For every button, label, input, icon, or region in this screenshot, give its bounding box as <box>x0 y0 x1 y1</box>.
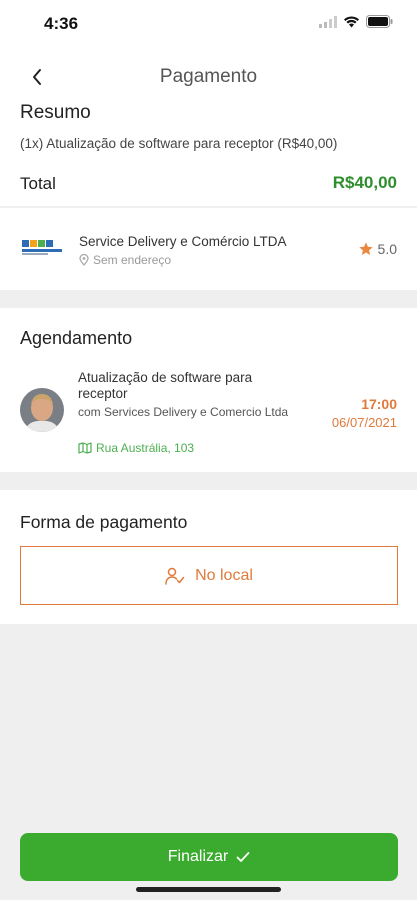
provider-address-text: Sem endereço <box>93 253 172 267</box>
signal-icon <box>319 15 337 33</box>
provider-logo <box>20 238 64 258</box>
payment-option-no-local[interactable]: No local <box>20 546 398 605</box>
total-label: Total <box>20 174 56 193</box>
star-icon <box>358 242 373 255</box>
schedule-title: Agendamento <box>20 328 133 348</box>
rating-value: 5.0 <box>377 241 397 257</box>
payment-option-label: No local <box>195 566 253 584</box>
home-indicator <box>136 887 281 892</box>
summary-item: (1x) Atualização de software para recept… <box>20 136 338 151</box>
finalize-button[interactable]: Finalizar <box>20 833 398 881</box>
finalize-label: Finalizar <box>167 848 229 865</box>
wifi-icon <box>343 15 360 33</box>
map-icon <box>78 442 92 454</box>
summary-title: Resumo <box>20 102 91 123</box>
avatar <box>20 388 64 432</box>
payment-title: Forma de pagamento <box>20 512 188 532</box>
page-title: Pagamento <box>159 66 258 87</box>
provider-rating: 5.0 <box>358 241 397 257</box>
service-provider-text: com Services Delivery e Comercio Ltda <box>78 405 289 419</box>
status-time: 4:36 <box>44 14 79 33</box>
total-value: R$40,00 <box>332 173 397 192</box>
provider-name: Service Delivery e Comércio LTDA <box>79 234 287 249</box>
check-icon <box>236 852 250 862</box>
payment-section: Forma de pagamento No local <box>0 490 417 624</box>
user-check-icon <box>165 567 185 585</box>
service-date: 06/07/2021 <box>331 415 397 430</box>
status-icons <box>319 15 393 33</box>
schedule-section: Agendamento Atualização de software para… <box>0 308 417 472</box>
status-bar: 4:36 <box>0 0 417 48</box>
summary-section: Resumo (1x) Atualização de software para… <box>0 102 417 206</box>
service-name: Atualização de software para receptor <box>78 370 253 401</box>
battery-icon <box>366 15 393 33</box>
provider-address: Sem endereço <box>79 253 171 267</box>
service-address: Rua Austrália, 103 <box>78 441 194 455</box>
provider-card[interactable]: Service Delivery e Comércio LTDA Sem end… <box>0 208 417 290</box>
nav-header: Pagamento <box>0 48 417 102</box>
service-time: 17:00 <box>361 396 397 412</box>
service-address-text: Rua Austrália, 103 <box>96 441 195 455</box>
location-pin-icon <box>79 254 89 266</box>
